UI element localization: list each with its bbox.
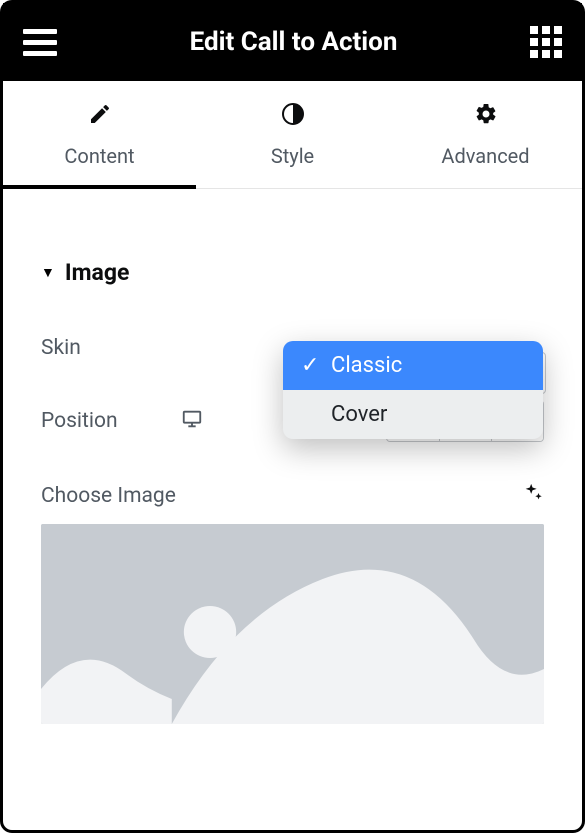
skin-label: Skin <box>41 336 181 360</box>
image-placeholder[interactable] <box>41 524 544 724</box>
menu-icon[interactable] <box>23 29 57 56</box>
caret-down-icon: ▼ <box>41 264 55 281</box>
tab-content-label: Content <box>64 144 134 168</box>
tab-advanced-label: Advanced <box>441 144 529 168</box>
skin-option-classic[interactable]: ✓ Classic <box>283 341 543 390</box>
tab-style[interactable]: Style <box>196 81 389 188</box>
tabs: Content Style Advanced <box>3 81 582 189</box>
section-image-toggle[interactable]: ▼ Image <box>41 259 544 286</box>
desktop-icon[interactable] <box>181 408 203 435</box>
section-title: Image <box>65 259 130 286</box>
skin-option-cover-label: Cover <box>331 402 387 427</box>
position-label: Position <box>41 409 181 433</box>
skin-option-cover[interactable]: Cover <box>283 390 543 439</box>
gear-icon <box>474 102 498 132</box>
contrast-icon <box>281 102 305 132</box>
tab-advanced[interactable]: Advanced <box>389 81 582 188</box>
tab-style-label: Style <box>271 144 314 168</box>
check-icon: ✓ <box>301 353 321 378</box>
ai-sparkle-icon[interactable] <box>522 482 544 510</box>
tab-content[interactable]: Content <box>3 81 196 188</box>
pencil-icon <box>88 102 112 132</box>
skin-dropdown: ✓ Classic Cover <box>283 341 543 439</box>
skin-option-classic-label: Classic <box>331 353 402 378</box>
apps-grid-icon[interactable] <box>530 26 562 58</box>
page-title: Edit Call to Action <box>190 27 398 57</box>
choose-image-label: Choose Image <box>41 484 522 508</box>
